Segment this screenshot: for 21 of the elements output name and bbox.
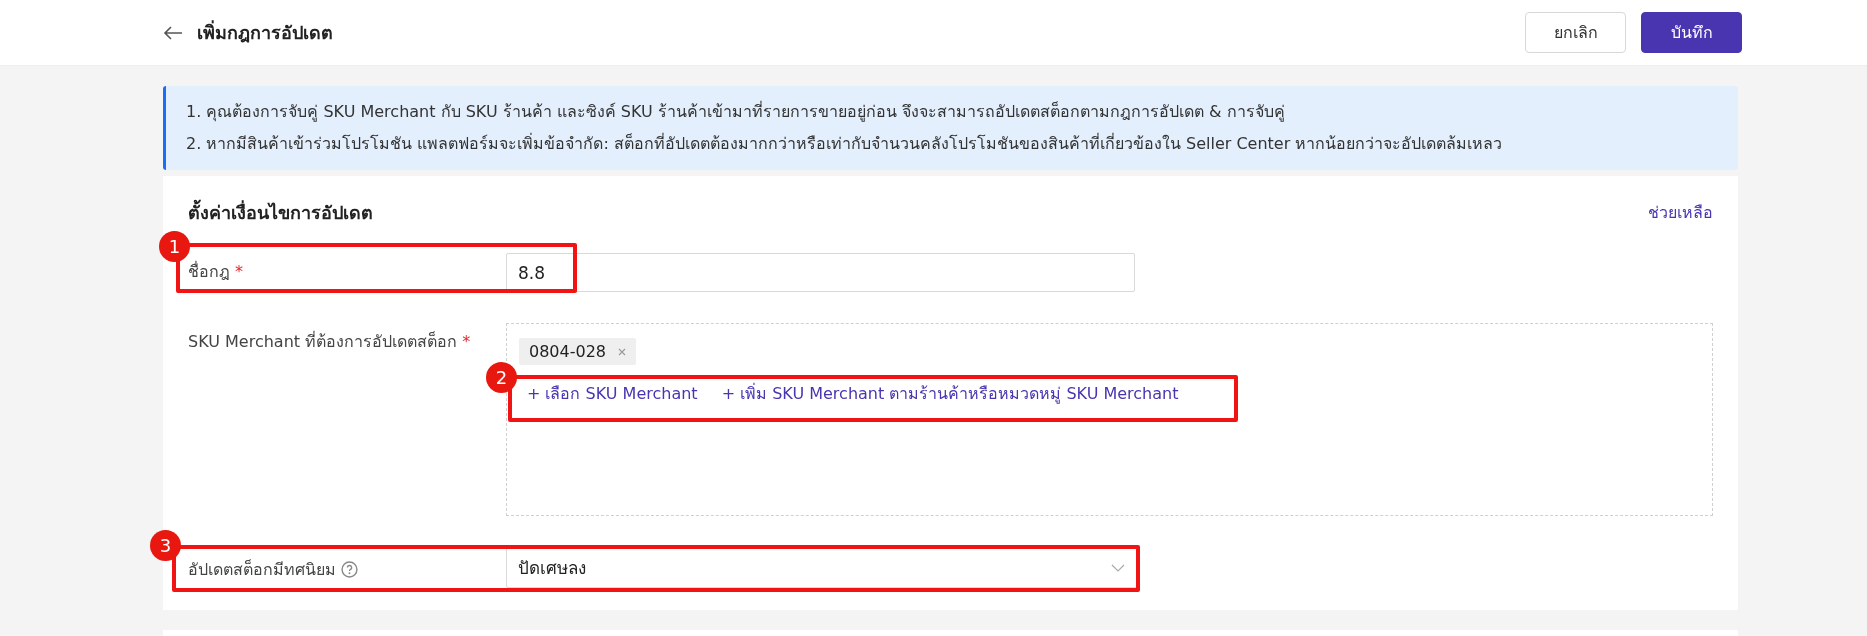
annotation-number: 1 <box>159 231 190 262</box>
required-marker: * <box>462 332 471 351</box>
section-title: ตั้งค่าเงื่อนไขการอัปเดต <box>188 198 373 225</box>
save-button[interactable]: บันทึก <box>1641 12 1742 53</box>
rounding-dropdown[interactable]: ปัดเศษลง <box>506 547 1137 588</box>
required-marker: * <box>235 262 243 281</box>
name-input-field[interactable]: 8.8 <box>506 253 1135 292</box>
sku-selection-area[interactable]: 0804-028 + เลือก SKU Merchant + เพิ่ม SKU Merchant ตามร้านค้าหรือหมวดหมู่ SKU Merchant <box>506 323 1713 516</box>
annotation-number: 3 <box>150 530 181 561</box>
field-label: อัปเดตสต็อกมีทศนิยม <box>188 558 336 581</box>
notice-text: 1. คุณต้องการจับคู่ SKU Merchant กับ SKU ร้านค้า และซิงค์ SKU ร้านค้าเข้ามาที่รายการขายอยู่ก่อน จึงจะสามารถอัปเดตสต็อกตามกฎการอัปเดต & การจับคู่ <box>186 102 1286 122</box>
annotation-number: 2 <box>486 362 517 393</box>
add-sku-link[interactable]: + เพิ่ม SKU Merchant ตามร้านค้าหรือหมวดหมู่ SKU Merchant <box>721 381 1179 406</box>
help-link[interactable]: ช่วยเหลือ <box>1648 199 1713 225</box>
page-title: เพิ่มกฎการอัปเดต <box>197 19 334 45</box>
field-label: SKU Merchant ที่ต้องการอัปเดตสต็อก <box>188 330 458 353</box>
add-sku-link[interactable]: + เลือก SKU Merchant <box>527 381 698 406</box>
sku-tag[interactable]: 0804-028 <box>519 338 637 365</box>
field-label: ชื่อกฎ <box>188 260 230 283</box>
cancel-button[interactable]: ยกเลิก <box>1525 12 1626 53</box>
notice-text: 2. หากมีสินค้าเข้าร่วมโปรโมชัน แพลตฟอร์มจะเพิ่มข้อจำกัด: สต็อกที่อัปเดตต้องมากกว่าหรือเท่ากับจำนวนคลังโปรโมชันของสินค้าที่เกี่ยวข้องใน Seller Center หากน้อยกว่าจะอัปเดตล้มเหลว <box>186 134 1504 154</box>
